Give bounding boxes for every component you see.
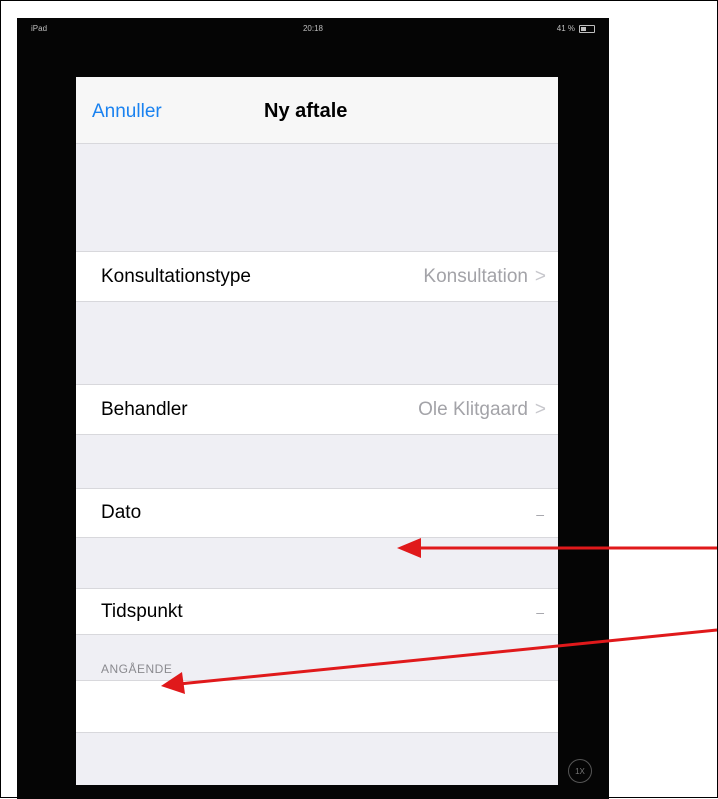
arrowhead-icon [397,538,421,558]
annotation-arrows [161,538,717,694]
arrow-shaft [178,628,717,686]
arrowhead-icon [161,672,185,694]
document-frame: iPad 20:18 41 % Annuller Ny aftale Konsu… [0,0,718,799]
arrow-to-date-row [397,538,717,558]
arrow-to-regarding-field [161,628,717,694]
